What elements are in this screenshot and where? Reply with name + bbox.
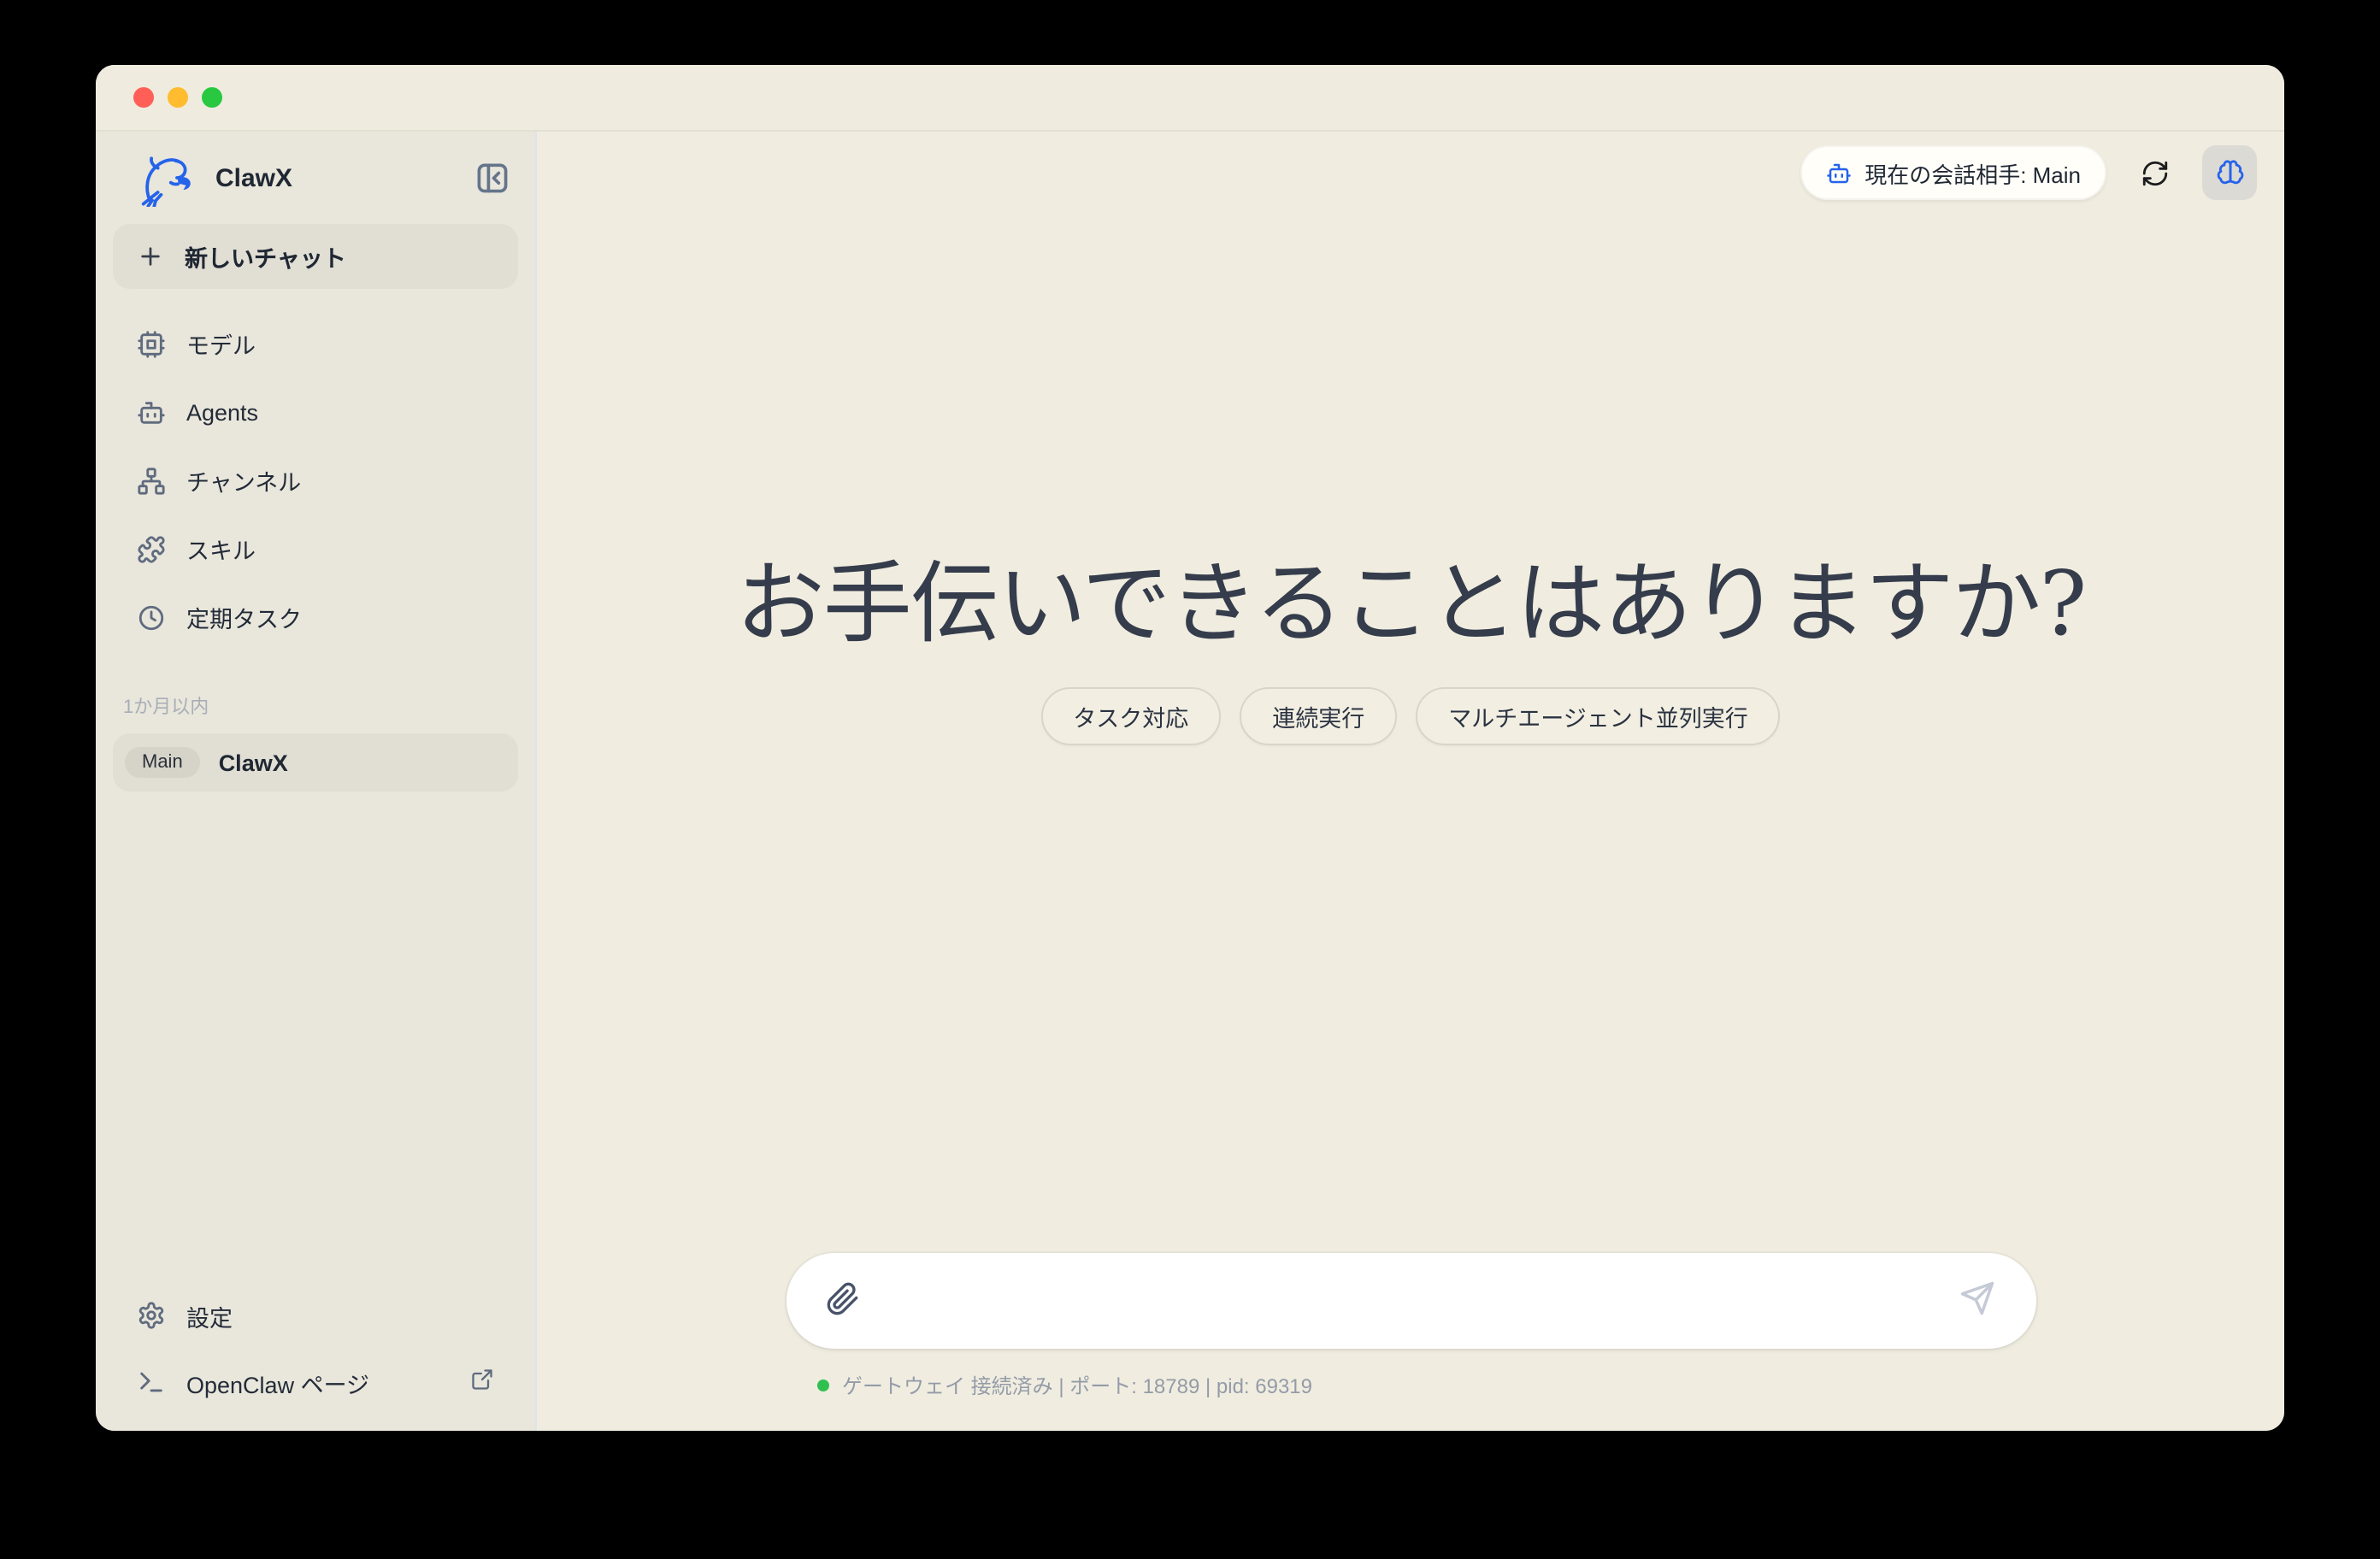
sidebar-item-settings[interactable]: 設定 xyxy=(113,1284,518,1347)
sidebar-item-channels[interactable]: チャンネル xyxy=(113,450,518,511)
send-icon xyxy=(1959,1280,1995,1316)
chip-continuous-run[interactable]: 連続実行 xyxy=(1240,687,1397,745)
topbar-actions: 現在の会話相手: Main xyxy=(1800,145,2257,200)
robot-icon xyxy=(1825,160,1851,185)
current-conversation-badge[interactable]: 現在の会話相手: Main xyxy=(1800,145,2106,200)
sidebar-item-label: OpenClaw ページ xyxy=(186,1365,369,1399)
sidebar-item-scheduled-tasks[interactable]: 定期タスク xyxy=(113,586,518,648)
brand-row: ClawX xyxy=(113,142,518,214)
new-chat-label: 新しいチャット xyxy=(185,239,346,274)
traffic-lights xyxy=(133,87,222,108)
panel-collapse-icon xyxy=(474,159,511,197)
status-text: ゲートウェイ 接続済み | ポート: 18789 | pid: 69319 xyxy=(842,1371,1312,1400)
current-conversation-label: 現在の会話相手: Main xyxy=(1865,156,2081,189)
status-connected-dot xyxy=(816,1380,828,1391)
puzzle-icon xyxy=(137,534,166,563)
gateway-status: ゲートウェイ 接続済み | ポート: 18789 | pid: 69319 xyxy=(786,1371,2035,1400)
message-composer xyxy=(786,1253,2035,1349)
sidebar-item-agents[interactable]: Agents xyxy=(113,381,518,443)
chip-task-support[interactable]: タスク対応 xyxy=(1040,687,1221,745)
message-input[interactable] xyxy=(881,1253,1936,1349)
brain-mode-button[interactable] xyxy=(2202,145,2257,200)
terminal-icon xyxy=(137,1368,166,1397)
collapse-sidebar-button[interactable] xyxy=(470,156,515,200)
cpu-icon xyxy=(137,329,166,358)
agent-badge: Main xyxy=(125,747,200,778)
plus-icon xyxy=(137,243,164,270)
capability-chips: タスク対応 連続実行 マルチエージェント並列実行 xyxy=(537,687,2284,745)
sidebar-item-label: Agents xyxy=(186,399,258,425)
minimize-window-button[interactable] xyxy=(168,87,188,108)
brand-title: ClawX xyxy=(215,163,470,192)
sidebar-nav: モデル Agents xyxy=(113,313,518,648)
brain-icon xyxy=(2215,158,2244,187)
sidebar: ClawX 新しいチャット xyxy=(96,132,537,1431)
history-item-main-clawx[interactable]: Main ClawX xyxy=(113,733,518,791)
attach-file-button[interactable] xyxy=(823,1282,861,1320)
zoom-window-button[interactable] xyxy=(202,87,222,108)
main-content: 現在の会話相手: Main xyxy=(537,132,2284,1431)
sidebar-item-label: 定期タスク xyxy=(186,600,302,634)
sidebar-item-label: チャンネル xyxy=(186,463,301,497)
clawx-lobster-logo-icon xyxy=(135,149,200,207)
history-section-label: 1か月以内 xyxy=(123,692,518,720)
composer-area: ゲートウェイ 接続済み | ポート: 18789 | pid: 69319 xyxy=(537,1253,2284,1400)
external-link-icon xyxy=(470,1368,494,1391)
refresh-button[interactable] xyxy=(2136,154,2173,191)
sidebar-item-label: モデル xyxy=(186,327,256,361)
external-link-icon-wrap xyxy=(470,1368,494,1397)
refresh-icon xyxy=(2140,158,2169,187)
sidebar-item-openclaw-page[interactable]: OpenClaw ページ xyxy=(113,1350,518,1414)
sidebar-footer: 設定 OpenClaw ページ xyxy=(113,1284,518,1414)
send-button[interactable] xyxy=(1957,1280,1998,1321)
network-icon xyxy=(137,466,166,495)
chip-multi-agent-parallel[interactable]: マルチエージェント並列実行 xyxy=(1416,687,1780,745)
new-chat-button[interactable]: 新しいチャット xyxy=(113,224,518,289)
close-window-button[interactable] xyxy=(133,87,154,108)
hero-heading: お手伝いできることはありますか? xyxy=(537,556,2284,655)
stage: ClawX 新しいチャット xyxy=(0,0,2380,1559)
robot-icon xyxy=(137,397,166,427)
gear-icon xyxy=(137,1301,166,1330)
hero: お手伝いできることはありますか? タスク対応 連続実行 マルチエージェント並列実… xyxy=(537,556,2284,745)
sidebar-item-label: 設定 xyxy=(186,1298,233,1333)
sidebar-item-label: スキル xyxy=(186,532,256,566)
sidebar-item-models[interactable]: モデル xyxy=(113,313,518,374)
sidebar-item-skills[interactable]: スキル xyxy=(113,518,518,579)
history-item-label: ClawX xyxy=(219,750,288,775)
paperclip-icon xyxy=(825,1282,859,1316)
clock-icon xyxy=(137,603,166,632)
titlebar xyxy=(96,65,2284,132)
app-window: ClawX 新しいチャット xyxy=(96,65,2284,1431)
